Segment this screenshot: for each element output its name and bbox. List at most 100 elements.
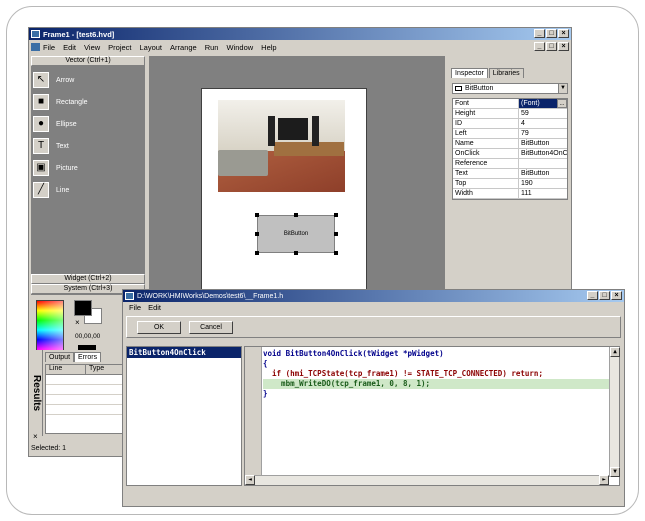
frame-page[interactable]: BitButton (201, 88, 367, 313)
mdi-close-button[interactable]: × (558, 42, 569, 51)
tool-label: Picture (56, 164, 78, 172)
list-item[interactable]: BitButton4OnClick (127, 347, 241, 358)
minimize-button[interactable]: _ (534, 29, 545, 38)
scroll-right-icon[interactable]: ► (599, 475, 609, 485)
resize-handle[interactable] (255, 213, 259, 217)
menu-arrange[interactable]: Arrange (170, 43, 197, 52)
code-line-highlighted[interactable]: mbm_WriteDO(tcp_frame1, 0, 8, 1); (263, 379, 609, 389)
property-value[interactable]: BitButton (519, 169, 567, 178)
foreground-swatch[interactable] (74, 300, 92, 316)
ellipsis-button[interactable]: ... (557, 99, 567, 108)
property-value[interactable]: 4 (519, 119, 567, 128)
code-line[interactable]: if (hmi_TCPState(tcp_frame1) != STATE_TC… (263, 369, 543, 379)
code-line[interactable]: { (263, 359, 268, 369)
maximize-button[interactable]: □ (546, 29, 557, 38)
text-icon: T (33, 138, 49, 154)
main-title-bar[interactable]: Frame1 - [test6.hvd] _ □ × (29, 28, 571, 40)
property-row[interactable]: ID 4 (453, 119, 567, 129)
column-line[interactable]: Line (46, 365, 86, 374)
close-icon[interactable]: × (33, 432, 38, 441)
property-key: Height (453, 109, 519, 118)
editor-title-bar[interactable]: D:\WORK\HMIWorks\Demos\test6\__Frame1.h … (123, 290, 624, 302)
property-key: ID (453, 119, 519, 128)
object-selector[interactable]: BitButton ▼ (452, 83, 568, 94)
vertical-scrollbar[interactable]: ▲ ▼ (609, 347, 620, 477)
maximize-button[interactable]: □ (599, 291, 610, 300)
tool-picture[interactable]: ▣ Picture (33, 157, 143, 179)
property-row[interactable]: Left 79 (453, 129, 567, 139)
mdi-minimize-button[interactable]: _ (534, 42, 545, 51)
scroll-up-icon[interactable]: ▲ (610, 347, 620, 357)
property-value[interactable]: (Font) (519, 99, 557, 108)
property-key: Reference (453, 159, 519, 168)
property-row[interactable]: Top 190 (453, 179, 567, 189)
menu-run[interactable]: Run (205, 43, 219, 52)
tab-inspector[interactable]: Inspector (451, 68, 488, 78)
menu-file[interactable]: File (129, 303, 141, 314)
property-value[interactable]: 190 (519, 179, 567, 188)
resize-handle[interactable] (294, 213, 298, 217)
resize-handle[interactable] (255, 251, 259, 255)
menu-edit[interactable]: Edit (148, 303, 161, 314)
tool-rectangle[interactable]: ■ Rectangle (33, 91, 143, 113)
cancel-button[interactable]: Cancel (189, 321, 233, 334)
tool-arrow[interactable]: ↖ Arrow (33, 69, 143, 91)
tool-ellipse[interactable]: ● Ellipse (33, 113, 143, 135)
code-gutter (245, 347, 262, 477)
design-canvas[interactable]: BitButton (149, 56, 445, 316)
property-value[interactable] (519, 159, 567, 168)
resize-handle[interactable] (294, 251, 298, 255)
property-value[interactable]: 79 (519, 129, 567, 138)
tool-label: Rectangle (56, 98, 88, 106)
property-row[interactable]: Height 59 (453, 109, 567, 119)
code-line[interactable]: void BitButton4OnClick(tWidget *pWidget) (263, 349, 444, 359)
property-value[interactable]: BitButton4OnClick (519, 149, 567, 158)
no-color-icon[interactable]: × (75, 318, 80, 327)
menu-file[interactable]: File (43, 43, 55, 52)
menu-window[interactable]: Window (226, 43, 253, 52)
property-row[interactable]: Text BitButton (453, 169, 567, 179)
tool-line[interactable]: ╱ Line (33, 179, 143, 201)
horizontal-scrollbar[interactable]: ◄ ► (245, 475, 609, 485)
bitbutton-widget[interactable]: BitButton (257, 215, 335, 253)
tool-text[interactable]: T Text (33, 135, 143, 157)
column-type[interactable]: Type (86, 365, 126, 374)
resize-handle[interactable] (334, 232, 338, 236)
property-row[interactable]: OnClick BitButton4OnClick (453, 149, 567, 159)
close-button[interactable]: × (611, 291, 622, 300)
scroll-down-icon[interactable]: ▼ (610, 467, 620, 477)
close-button[interactable]: × (558, 29, 569, 38)
property-row[interactable]: Width 111 (453, 189, 567, 199)
menu-project[interactable]: Project (108, 43, 131, 52)
resize-handle[interactable] (334, 251, 338, 255)
tab-libraries[interactable]: Libraries (488, 68, 524, 78)
minimize-button[interactable]: _ (587, 291, 598, 300)
menu-help[interactable]: Help (261, 43, 276, 52)
property-value[interactable]: 111 (519, 189, 567, 198)
mdi-restore-button[interactable]: □ (546, 42, 557, 51)
menu-view[interactable]: View (84, 43, 100, 52)
rgb-readout: 00,00,00 (75, 333, 101, 340)
property-row[interactable]: Font (Font) ... (453, 99, 567, 109)
code-area[interactable]: void BitButton4OnClick(tWidget *pWidget)… (244, 346, 620, 486)
vector-header[interactable]: Vector (Ctrl+1) (31, 56, 145, 66)
property-value[interactable]: 59 (519, 109, 567, 118)
tab-output[interactable]: Output (45, 352, 75, 362)
property-value[interactable]: BitButton (519, 139, 567, 148)
ok-button[interactable]: OK (137, 321, 181, 334)
widget-header[interactable]: Widget (Ctrl+2) (31, 274, 145, 284)
scroll-left-icon[interactable]: ◄ (245, 475, 255, 485)
resize-handle[interactable] (255, 232, 259, 236)
main-window-title: Frame1 - [test6.hvd] (43, 29, 115, 39)
menu-layout[interactable]: Layout (140, 43, 163, 52)
menu-edit[interactable]: Edit (63, 43, 76, 52)
picture-element[interactable] (218, 100, 345, 192)
property-row[interactable]: Reference (453, 159, 567, 169)
tab-errors[interactable]: Errors (74, 352, 102, 362)
resize-handle[interactable] (334, 213, 338, 217)
tool-area-empty (31, 236, 145, 274)
tool-label: Line (56, 186, 70, 194)
code-line[interactable]: } (263, 389, 268, 399)
chevron-down-icon[interactable]: ▼ (558, 84, 567, 93)
property-row[interactable]: Name BitButton (453, 139, 567, 149)
